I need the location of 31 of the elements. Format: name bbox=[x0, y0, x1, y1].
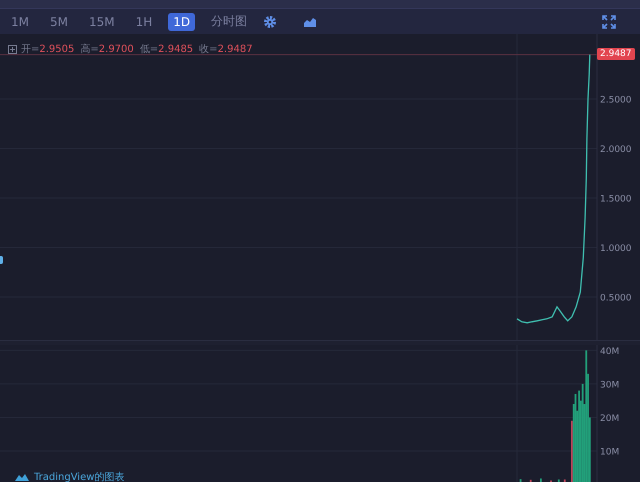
legend-value: 2.9485 bbox=[158, 44, 194, 54]
settings-icon[interactable] bbox=[263, 14, 278, 28]
cloud-logo-icon bbox=[14, 472, 30, 482]
axis-label: 40M bbox=[600, 346, 620, 357]
interval-tab[interactable]: 5M bbox=[45, 12, 73, 30]
legend-value: 2.9487 bbox=[218, 44, 253, 54]
legend-label: 高= bbox=[80, 42, 99, 56]
attribution-link[interactable]: TradingView的图表 bbox=[34, 470, 124, 482]
axis-label: 0.5000 bbox=[600, 294, 632, 304]
axis-label: 1.0000 bbox=[600, 244, 632, 254]
legend-label: 低= bbox=[140, 43, 158, 56]
legend-value: 2.9700 bbox=[98, 44, 134, 54]
legend-label: 收= bbox=[199, 43, 218, 56]
axis-label: 1.5000 bbox=[600, 194, 632, 204]
expand-icon[interactable] bbox=[8, 44, 17, 54]
axis-label: 2.0000 bbox=[600, 145, 632, 155]
scroll-marker bbox=[0, 256, 3, 264]
interval-tab[interactable]: 1M bbox=[6, 12, 34, 30]
axis-label: 30M bbox=[600, 380, 620, 390]
interval-tab[interactable]: 1D bbox=[168, 12, 196, 30]
fullscreen-icon[interactable] bbox=[602, 14, 616, 28]
area-chart-icon[interactable] bbox=[303, 16, 318, 28]
axis-label: 20M bbox=[600, 414, 620, 424]
interval-tab[interactable]: 15M bbox=[84, 12, 120, 30]
interval-tab[interactable]: 1H bbox=[130, 12, 158, 30]
last-price-badge: 2.9487 bbox=[597, 48, 634, 60]
axis-label: 2.5000 bbox=[600, 96, 632, 106]
chart-type-button[interactable]: 分时图 bbox=[206, 11, 252, 32]
axis-label: 10M bbox=[600, 447, 620, 458]
legend-label: 开= bbox=[21, 43, 40, 56]
legend-value: 2.9505 bbox=[39, 44, 74, 54]
